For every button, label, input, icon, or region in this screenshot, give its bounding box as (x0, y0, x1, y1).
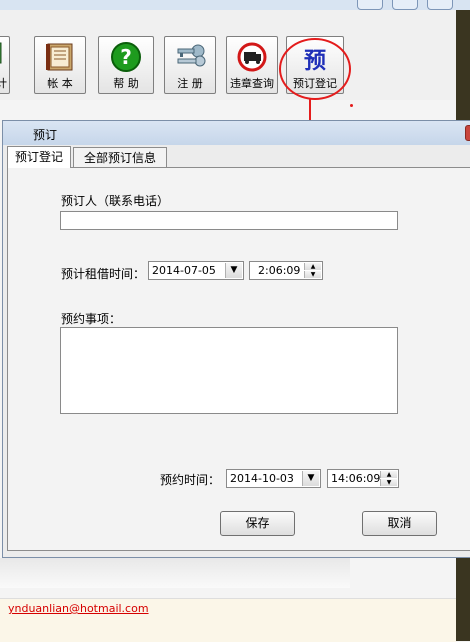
contact-email-link[interactable]: ynduanlian@hotmail.com (8, 602, 149, 615)
toolbar-button-help[interactable]: ? 帮 助 (98, 36, 154, 94)
toolbar-button-calc[interactable]: 计 (0, 36, 10, 94)
toolbar-button-label: 注 册 (177, 77, 203, 90)
spin-up-icon[interactable]: ▲ (380, 471, 397, 478)
spin-up-icon[interactable]: ▲ (304, 263, 321, 270)
dialog-close-button[interactable] (465, 125, 470, 141)
toolbar-button-ledger[interactable]: 帐 本 (34, 36, 86, 94)
toolbar-button-violation-query[interactable]: 违章查询 (226, 36, 278, 94)
save-button[interactable]: 保存 (220, 511, 295, 536)
rent-time-label: 预计租借时间： (61, 267, 146, 281)
maximize-button[interactable] (392, 0, 418, 10)
reserve-time-value: 14:06:09 (331, 472, 381, 485)
toolbar-button-label: 计 (0, 77, 7, 90)
minimize-button[interactable] (357, 0, 383, 10)
no-truck-icon (236, 41, 268, 76)
cancel-button[interactable]: 取消 (362, 511, 437, 536)
tab-all-reservations[interactable]: 全部预订信息 (73, 147, 167, 167)
chevron-down-icon[interactable]: ▼ (302, 471, 319, 486)
rent-date-value: 2014-07-05 (152, 264, 216, 277)
reserve-date-picker[interactable]: 2014-10-03 ▼ (226, 469, 321, 488)
keys-icon (172, 41, 208, 74)
rent-time-spinner[interactable]: 2:06:09 ▲ ▼ (249, 261, 323, 280)
book-icon (43, 41, 77, 76)
tab-panel: 预订人（联系电话） 预计租借时间： 2014-07-05 ▼ 2:06:09 ▲… (7, 167, 470, 551)
reservation-dialog: 预订 预订登记 全部预订信息 预订人（联系电话） 预计租借时间： 2014-07… (2, 120, 470, 558)
notes-label: 预约事项： (61, 312, 122, 326)
tab-reservation-entry[interactable]: 预订登记 (7, 146, 71, 168)
toolbar-button-label: 帮 助 (113, 77, 139, 90)
rent-time-value: 2:06:09 (258, 264, 301, 277)
reserve-time-label: 预约时间： (160, 473, 221, 487)
close-window-button[interactable] (427, 0, 453, 10)
spin-down-icon[interactable]: ▼ (304, 271, 321, 278)
toolbar-button-label: 帐 本 (47, 77, 73, 90)
rent-date-picker[interactable]: 2014-07-05 ▼ (148, 261, 244, 280)
help-icon: ? (110, 41, 142, 76)
chevron-down-icon[interactable]: ▼ (225, 263, 242, 278)
notes-textarea[interactable] (60, 327, 398, 414)
background-image-fragment (0, 558, 350, 588)
annotation-dot (350, 104, 353, 107)
svg-text:?: ? (120, 45, 132, 69)
calculator-icon (0, 41, 2, 68)
highlight-circle (279, 38, 351, 100)
reserve-time-spinner[interactable]: 14:06:09 ▲ ▼ (327, 469, 399, 488)
spin-down-icon[interactable]: ▼ (380, 479, 397, 486)
toolbar-button-register[interactable]: 注 册 (164, 36, 216, 94)
booker-label: 预订人（联系电话） (61, 194, 170, 208)
toolbar-button-label: 违章查询 (230, 77, 274, 90)
reserve-date-value: 2014-10-03 (230, 472, 294, 485)
dialog-title: 预订 (33, 128, 58, 142)
booker-input[interactable] (60, 211, 398, 230)
dialog-titlebar (3, 121, 470, 145)
